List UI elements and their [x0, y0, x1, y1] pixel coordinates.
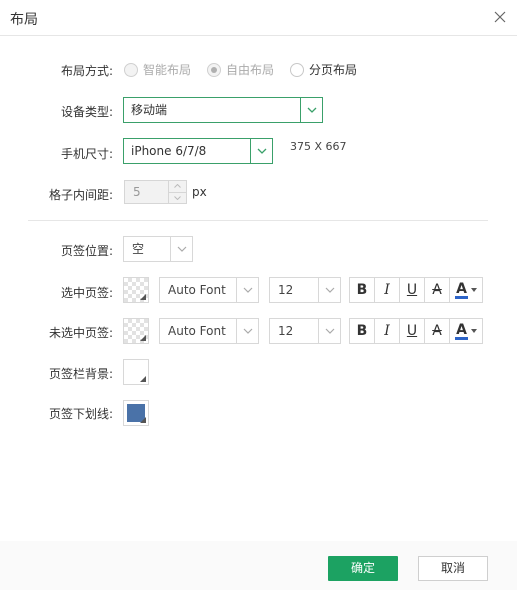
- ok-button[interactable]: 确定: [328, 556, 398, 581]
- cell-padding-arrows: [168, 181, 186, 203]
- tab-underline-color-swatch[interactable]: [123, 400, 149, 426]
- unselected-tab-size-dropdown-button[interactable]: [318, 319, 340, 343]
- radio-smart-layout-label: 智能布局: [143, 63, 192, 77]
- tabbar-background-label: 页签栏背景:: [48, 367, 113, 381]
- tabbar-background-color-swatch[interactable]: [123, 359, 149, 385]
- tab-position-select[interactable]: 空: [123, 236, 193, 262]
- radio-smart-layout-circle[interactable]: [124, 62, 138, 77]
- font-color-icon: A: [455, 321, 468, 340]
- unselected-tab-font-select[interactable]: Auto Font: [159, 318, 259, 344]
- selected-tab-size-value: 12: [278, 283, 294, 297]
- chevron-down-icon: [325, 287, 334, 293]
- layout-dialog: 布局 布局方式: 智能布局 自由布局 分页布局 设备类型: 移动端 手机尺寸: …: [0, 0, 517, 590]
- font-color-button[interactable]: A: [450, 319, 482, 343]
- device-type-select[interactable]: 移动端: [123, 97, 323, 123]
- bold-button[interactable]: B: [350, 319, 375, 343]
- cell-padding-label: 格子内间距:: [48, 188, 113, 202]
- selected-tab-label: 选中页签:: [60, 286, 113, 300]
- device-type-dropdown-button[interactable]: [300, 98, 322, 122]
- strikethrough-button[interactable]: A: [425, 319, 450, 343]
- device-type-label: 设备类型:: [60, 105, 113, 119]
- tab-underline-label: 页签下划线:: [48, 407, 113, 421]
- selected-tab-font-value: Auto Font: [168, 283, 226, 297]
- chevron-down-icon: [243, 287, 252, 293]
- caret-down-icon: [470, 329, 477, 333]
- tab-position-dropdown-button[interactable]: [170, 237, 192, 261]
- cell-padding-unit: px: [192, 185, 207, 199]
- underline-button[interactable]: U: [400, 319, 425, 343]
- radio-paged-layout-circle[interactable]: [290, 62, 305, 77]
- selected-tab-format-toolbar: B I U A A: [349, 277, 483, 303]
- cancel-button[interactable]: 取消: [418, 556, 488, 581]
- unselected-tab-format-toolbar: B I U A A: [349, 318, 483, 344]
- radio-free-layout-label: 自由布局: [226, 63, 275, 77]
- chevron-down-icon: [243, 328, 252, 334]
- tab-position-label: 页签位置:: [60, 244, 113, 258]
- selected-tab-size-dropdown-button[interactable]: [318, 278, 340, 302]
- strikethrough-button[interactable]: A: [425, 278, 450, 302]
- font-color-icon: A: [455, 280, 468, 299]
- spinner-down-button[interactable]: [169, 193, 186, 204]
- selected-tab-font-dropdown-button[interactable]: [236, 278, 258, 302]
- tab-position-value: 空: [132, 242, 145, 256]
- color-picker-corner-icon: [140, 294, 146, 300]
- selected-tab-bg-color-swatch[interactable]: [123, 277, 149, 303]
- chevron-up-icon: [174, 184, 181, 189]
- radio-free-layout[interactable]: 自由布局: [207, 61, 274, 78]
- caret-down-icon: [470, 288, 477, 292]
- phone-size-label: 手机尺寸:: [60, 147, 113, 161]
- underline-button[interactable]: U: [400, 278, 425, 302]
- radio-free-layout-circle[interactable]: [207, 62, 222, 77]
- phone-size-select[interactable]: iPhone 6/7/8: [123, 138, 273, 164]
- radio-paged-layout-label: 分页布局: [309, 63, 358, 77]
- unselected-tab-font-dropdown-button[interactable]: [236, 319, 258, 343]
- unselected-tab-bg-color-swatch[interactable]: [123, 318, 149, 344]
- dialog-title: 布局: [10, 12, 38, 28]
- selected-tab-font-select[interactable]: Auto Font: [159, 277, 259, 303]
- chevron-down-icon: [325, 328, 334, 334]
- font-color-button[interactable]: A: [450, 278, 482, 302]
- layout-mode-radio-group: 智能布局 自由布局 分页布局: [124, 61, 373, 78]
- chevron-down-icon: [257, 148, 266, 154]
- section-divider: [28, 220, 488, 221]
- close-icon[interactable]: [493, 10, 507, 24]
- radio-smart-layout[interactable]: 智能布局: [124, 61, 191, 78]
- selected-tab-size-select[interactable]: 12: [269, 277, 341, 303]
- color-picker-corner-icon: [140, 376, 146, 382]
- layout-mode-label: 布局方式:: [60, 64, 113, 78]
- cell-padding-value[interactable]: 5: [125, 181, 168, 203]
- cell-padding-spinner[interactable]: 5: [124, 180, 187, 204]
- chevron-down-icon: [174, 195, 181, 200]
- device-type-value: 移动端: [131, 103, 168, 117]
- spinner-up-button[interactable]: [169, 181, 186, 193]
- bold-button[interactable]: B: [350, 278, 375, 302]
- phone-resolution-text: 375 X 667: [290, 140, 347, 153]
- italic-button[interactable]: I: [375, 278, 400, 302]
- phone-size-dropdown-button[interactable]: [250, 139, 272, 163]
- chevron-down-icon: [307, 107, 316, 113]
- dialog-header: 布局: [0, 0, 517, 36]
- unselected-tab-size-select[interactable]: 12: [269, 318, 341, 344]
- chevron-down-icon: [177, 246, 186, 252]
- unselected-tab-size-value: 12: [278, 324, 294, 338]
- color-picker-corner-icon: [140, 335, 146, 341]
- phone-size-value: iPhone 6/7/8: [131, 144, 207, 158]
- radio-paged-layout[interactable]: 分页布局: [290, 61, 357, 78]
- unselected-tab-font-value: Auto Font: [168, 324, 226, 338]
- color-picker-corner-icon: [140, 417, 146, 423]
- unselected-tab-label: 未选中页签:: [48, 326, 113, 340]
- italic-button[interactable]: I: [375, 319, 400, 343]
